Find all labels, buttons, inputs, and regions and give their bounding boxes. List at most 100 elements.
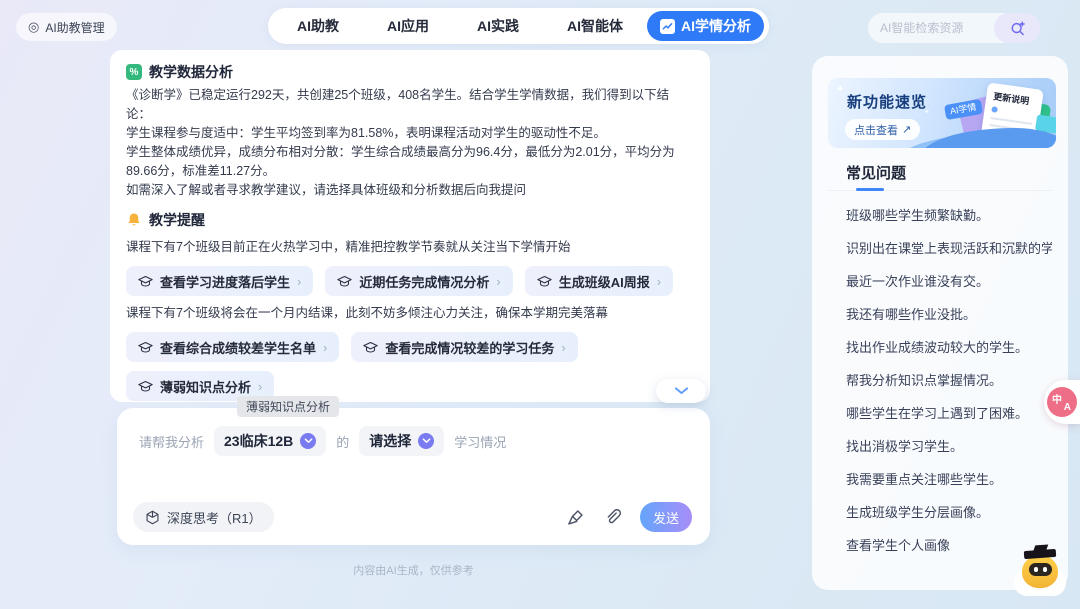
clear-context-button[interactable] (566, 508, 585, 527)
faq-item[interactable]: 我需要重点关注哪些学生。 (846, 470, 1052, 490)
weak-knowledge-tooltip: 薄弱知识点分析 (237, 396, 339, 417)
scroll-to-bottom-button[interactable] (656, 379, 706, 403)
tab-ai-zhujiao[interactable]: AI助教 (273, 8, 363, 44)
tab-ai-shijian[interactable]: AI实践 (453, 8, 543, 44)
chevron-right-icon: › (496, 274, 500, 289)
chevron-down-icon (300, 433, 316, 449)
input-controls: 深度思考（R1） 发送 (133, 502, 692, 532)
banner-card-title: 更新说明 (993, 89, 1036, 108)
button-label: 查看完成情况较差的学习任务 (385, 338, 554, 357)
ai-assistant-manage-label: AI助教管理 (45, 19, 104, 36)
tab-ai-zhinengti[interactable]: AI智能体 (543, 8, 647, 44)
deep-think-toggle[interactable]: 深度思考（R1） (133, 502, 274, 532)
graduation-cap-icon (138, 380, 153, 393)
translate-floating-button[interactable]: 中 A (1044, 380, 1080, 424)
chat-message-panel: % 教学数据分析 《诊断学》已稳定运行292天，共创建25个班级，408名学生。… (110, 50, 710, 402)
suggestion-row-3: 薄弱知识点分析 › (126, 371, 694, 401)
attach-file-button[interactable] (603, 508, 622, 527)
reminder-text-1: 课程下有7个班级目前正在火热学习中，精准把控教学节奏就从关注当下学情开始 (126, 238, 694, 257)
faq-active-indicator (856, 188, 884, 191)
translate-zh-glyph: 中 (1052, 391, 1062, 406)
faq-item[interactable]: 找出消极学习学生。 (846, 437, 1052, 457)
faq-item[interactable]: 帮我分析知识点掌握情况。 (846, 371, 1052, 391)
graduation-cap-icon (138, 341, 153, 354)
paperclip-icon (603, 508, 622, 527)
new-features-banner[interactable]: ✦ ✦ 新功能速览 点击查看 ↗ AI学情 更新说明 (828, 78, 1056, 148)
graduation-cap-icon (337, 275, 352, 288)
view-poorly-completed-tasks-button[interactable]: 查看完成情况较差的学习任务 › (351, 332, 577, 362)
faq-item[interactable]: 识别出在课堂上表现活跃和沉默的学生。 (846, 239, 1052, 259)
chevron-right-icon: › (258, 379, 262, 394)
faq-title: 常见问题 (846, 162, 906, 183)
button-label: 查看学习进度落后学生 (160, 272, 290, 291)
metric-select-placeholder: 请选择 (369, 431, 411, 451)
chevron-right-icon: › (561, 340, 565, 355)
class-select[interactable]: 23临床12B (214, 426, 326, 456)
graduation-cap-icon (537, 275, 552, 288)
generate-class-ai-weekly-report-button[interactable]: 生成班级AI周报 › (525, 266, 673, 296)
mascot-face (1029, 563, 1052, 576)
graduation-cap-icon (363, 341, 378, 354)
tab-ai-xueqing-fenxi-label: AI学情分析 (681, 11, 751, 41)
analysis-line: 学生整体成绩优异，成绩分布相对分散：学生综合成绩最高分为96.4分，最低分为2.… (126, 143, 694, 181)
suggestion-row-1: 查看学习进度落后学生 › 近期任务完成情况分析 › 生成班级AI周报 › (126, 266, 694, 296)
faq-item[interactable]: 生成班级学生分层画像。 (846, 503, 1052, 523)
translate-a-glyph: A (1064, 402, 1071, 413)
faq-item[interactable]: 班级哪些学生频繁缺勤。 (846, 206, 1052, 226)
reminder-title: 教学提醒 (149, 210, 205, 230)
button-label: 近期任务完成情况分析 (359, 272, 489, 291)
translate-icon: 中 A (1047, 387, 1077, 417)
resource-search (868, 13, 1040, 43)
prompt-suffix: 学习情况 (454, 432, 506, 451)
suggestion-row-2: 查看综合成绩较差学生名单 › 查看完成情况较差的学习任务 › (126, 332, 694, 362)
top-nav-tabs: AI助教 AI应用 AI实践 AI智能体 AI学情分析 (268, 8, 769, 44)
analysis-line: 《诊断学》已稳定运行292天，共创建25个班级，408名学生。结合学生学情数据，… (126, 86, 694, 124)
chat-input-panel[interactable]: 请帮我分析 23临床12B 的 请选择 学习情况 深度思考（R (117, 408, 710, 545)
analysis-line: 学生课程参与度适中：学生平均签到率为81.58%，表明课程活动对学生的驱动性不足… (126, 124, 694, 143)
faq-item[interactable]: 哪些学生在学习上遇到了困难。 (846, 404, 1052, 424)
trend-chart-icon (660, 19, 675, 34)
target-icon: ◎ (28, 19, 39, 35)
right-sidebar: ✦ ✦ 新功能速览 点击查看 ↗ AI学情 更新说明 常见问题 (812, 56, 1068, 590)
app-screen: ◎ AI助教管理 AI助教 AI应用 AI实践 AI智能体 AI学情分析 % 教… (0, 0, 1080, 609)
faq-list: 班级哪些学生频繁缺勤。 识别出在课堂上表现活跃和沉默的学生。 最近一次作业谁没有… (846, 206, 1052, 569)
search-input[interactable] (868, 21, 994, 35)
banner-wave (920, 128, 1056, 148)
button-label: 查看综合成绩较差学生名单 (160, 338, 316, 357)
banner-view-button[interactable]: 点击查看 ↗ (845, 119, 920, 140)
brush-icon (566, 508, 585, 527)
analysis-title: 教学数据分析 (149, 62, 233, 82)
bell-icon (126, 212, 142, 228)
mascot-eye (1043, 567, 1047, 572)
deep-think-label: 深度思考（R1） (167, 508, 262, 527)
data-analysis-icon: % (126, 64, 142, 80)
search-plus-icon (1009, 20, 1026, 37)
view-poor-overall-grade-students-button[interactable]: 查看综合成绩较差学生名单 › (126, 332, 339, 362)
faq-item[interactable]: 找出作业成绩波动较大的学生。 (846, 338, 1052, 358)
send-button[interactable]: 发送 (640, 502, 692, 532)
button-label: 薄弱知识点分析 (160, 377, 251, 396)
graduation-cap-icon (138, 275, 153, 288)
tab-ai-yingyong[interactable]: AI应用 (363, 8, 453, 44)
faq-item[interactable]: 最近一次作业谁没有交。 (846, 272, 1052, 292)
recent-task-completion-analysis-button[interactable]: 近期任务完成情况分析 › (325, 266, 512, 296)
prompt-mid: 的 (336, 432, 349, 451)
chevron-right-icon: › (323, 340, 327, 355)
faq-item[interactable]: 我还有哪些作业没批。 (846, 305, 1052, 325)
mascot-robot-button[interactable] (1012, 546, 1068, 596)
ai-assistant-manage-button[interactable]: ◎ AI助教管理 (16, 13, 117, 41)
chevron-down-icon (674, 387, 689, 395)
banner-cta-label: 点击查看 (854, 122, 898, 138)
analysis-section-header: % 教学数据分析 (126, 62, 694, 82)
view-lagging-progress-students-button[interactable]: 查看学习进度落后学生 › (126, 266, 313, 296)
sparkle-icon: ✦ (836, 84, 844, 95)
chevron-right-icon: › (297, 274, 301, 289)
analysis-line: 如需深入了解或者寻求教学建议，请选择具体班级和分析数据后向我提问 (126, 181, 694, 200)
search-button[interactable] (994, 13, 1040, 43)
metric-select[interactable]: 请选择 (359, 426, 444, 456)
mascot-eye (1034, 567, 1038, 572)
deep-think-cube-icon (145, 510, 160, 525)
chevron-down-icon (418, 433, 434, 449)
tab-ai-xueqing-fenxi[interactable]: AI学情分析 (647, 11, 764, 41)
button-label: 生成班级AI周报 (559, 272, 650, 291)
